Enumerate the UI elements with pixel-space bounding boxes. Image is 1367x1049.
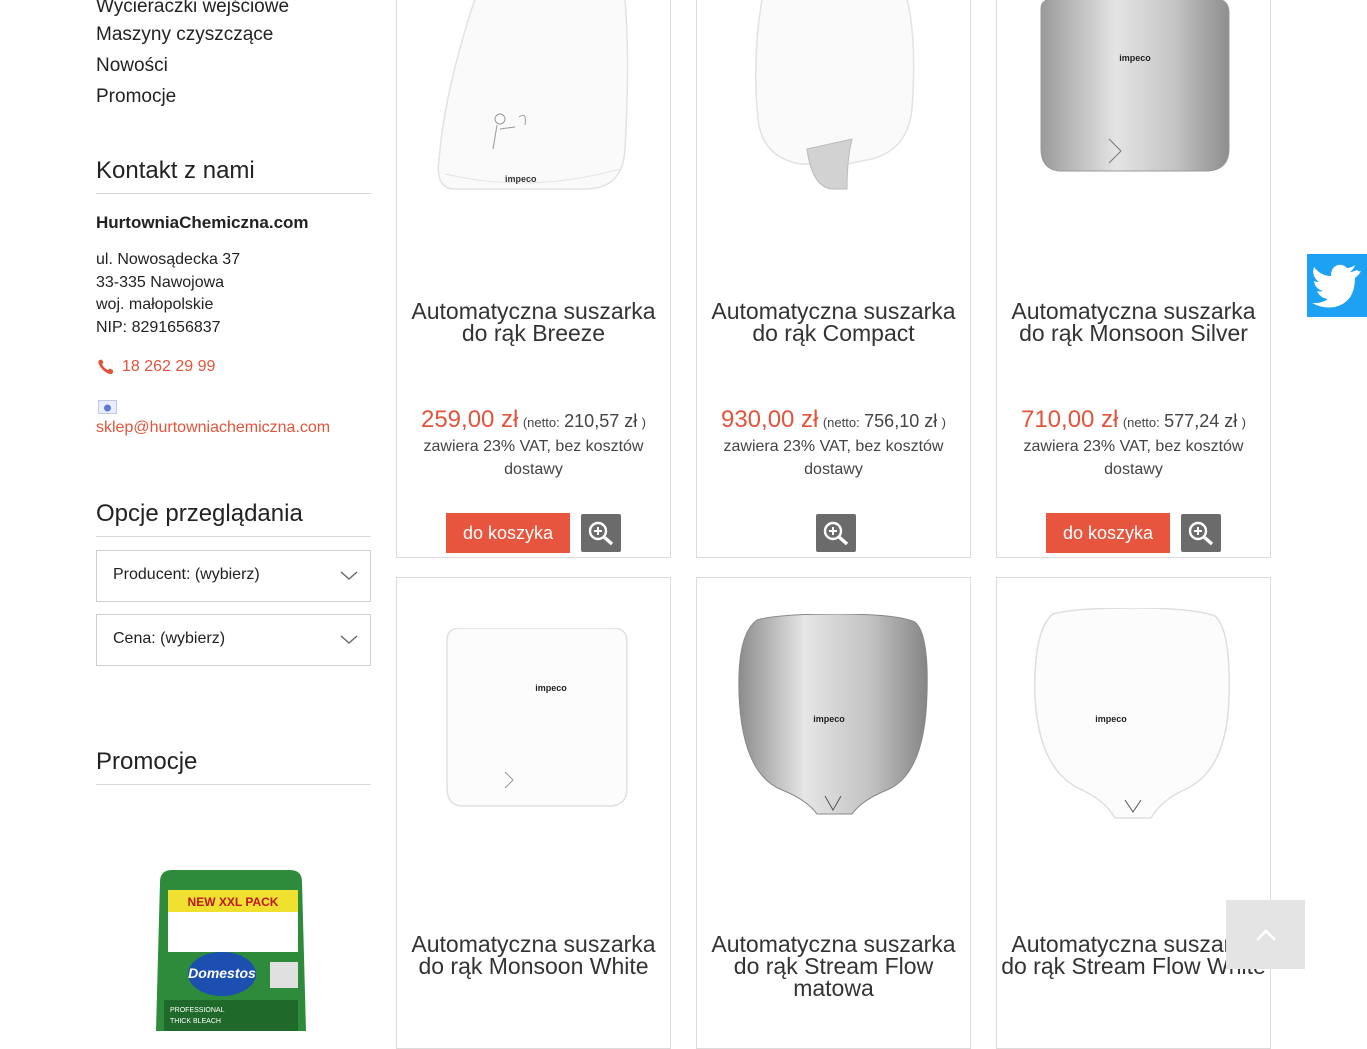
netto-label: (netto: xyxy=(822,415,860,430)
zoom-button[interactable] xyxy=(581,514,621,552)
netto-label: (netto: xyxy=(522,415,560,430)
price-select-label: Cena: (wybierz) xyxy=(113,630,226,647)
price-select[interactable]: Cena: (wybierz) xyxy=(96,614,371,666)
nip-number: NIP: 8291656837 xyxy=(96,319,221,336)
product-image[interactable]: impeco xyxy=(737,613,932,824)
product-image[interactable]: impeco xyxy=(1033,607,1233,823)
product-title[interactable]: Automatyczna suszarka do rąk Stream Flow… xyxy=(697,933,970,1000)
phone-icon xyxy=(96,358,116,376)
producer-select-label: Producent: (wybierz) xyxy=(113,566,260,583)
contact-heading: Kontakt z nami xyxy=(96,157,371,194)
promo-heading: Promocje xyxy=(96,748,371,785)
address-region: woj. małopolskie xyxy=(96,296,214,313)
email-link[interactable]: sklep@hurtowniachemiczna.com xyxy=(96,419,330,437)
netto-price: 210,57 zł xyxy=(564,411,638,431)
browse-heading: Opcje przeglądania xyxy=(96,500,371,537)
promo-label-text2: THICK BLEACH xyxy=(170,1018,221,1025)
add-to-cart-button[interactable]: do koszyka xyxy=(446,513,570,553)
promo-label-text: PROFESSIONAL xyxy=(170,1007,225,1014)
twitter-button[interactable] xyxy=(1307,254,1367,317)
brand-logo: impeco xyxy=(1095,714,1127,724)
magnifier-plus-icon xyxy=(823,521,849,546)
sidebar-link-nowosci[interactable]: Nowości xyxy=(96,55,168,77)
netto-price: 577,24 zł xyxy=(1164,411,1238,431)
company-name: HurtowniaChemiczna.com xyxy=(96,213,309,232)
netto-price: 756,10 zł xyxy=(864,411,938,431)
add-to-cart-button[interactable]: do koszyka xyxy=(1046,513,1170,553)
product-card[interactable]: impeco Automatyczna suszarka do rąk Stre… xyxy=(696,577,971,1049)
email-icon xyxy=(98,400,117,414)
product-price: 930,00 zł xyxy=(720,406,819,433)
twitter-bird-icon xyxy=(1312,264,1361,308)
product-title[interactable]: Automatyczna suszarka do rąk Monsoon Whi… xyxy=(397,933,670,978)
product-card[interactable]: impeco Automatyczna suszarka do rąk Mons… xyxy=(396,577,671,1049)
product-image[interactable] xyxy=(752,0,917,194)
vat-note: zawiera 23% VAT, bez kosztów dostawy xyxy=(423,438,644,478)
zoom-button[interactable] xyxy=(816,514,856,552)
product-price: 710,00 zł xyxy=(1020,406,1119,433)
product-image[interactable]: impeco xyxy=(1039,0,1231,179)
product-title[interactable]: Automatyczna suszarka do rąk Compact xyxy=(697,300,970,345)
product-card[interactable]: impeco Automatyczna suszarka do rąk Bree… xyxy=(396,0,671,558)
product-card[interactable]: impeco Automatyczna suszarka do rąk Mons… xyxy=(996,0,1271,558)
promo-badge-text: NEW XXL PACK xyxy=(188,895,279,909)
promo-product-image[interactable]: NEW XXL PACK Domestos PROFESSIONAL THICK… xyxy=(150,868,312,1031)
sidebar-link-maszyny[interactable]: Maszyny czyszczące xyxy=(96,24,273,46)
address-city: 33-335 Nawojowa xyxy=(96,274,225,291)
netto-close: ) xyxy=(1241,415,1247,430)
netto-close: ) xyxy=(941,415,947,430)
zoom-button[interactable] xyxy=(1181,514,1221,552)
phone-link[interactable]: 18 262 29 99 xyxy=(96,358,215,376)
scroll-to-top-button[interactable] xyxy=(1226,900,1305,969)
brand-logo: impeco xyxy=(1119,53,1151,63)
brand-logo: impeco xyxy=(813,714,845,724)
magnifier-plus-icon xyxy=(1188,521,1214,546)
netto-close: ) xyxy=(641,415,647,430)
product-card[interactable]: Automatyczna suszarka do rąk Compact 930… xyxy=(696,0,971,558)
product-title[interactable]: Automatyczna suszarka do rąk Monsoon Sil… xyxy=(997,300,1270,345)
magnifier-plus-icon xyxy=(588,521,614,546)
producer-select[interactable]: Producent: (wybierz) xyxy=(96,550,371,602)
product-price: 259,00 zł xyxy=(420,406,519,433)
sidebar-link-wycieraczki[interactable]: Wycieraczki wejściowe xyxy=(96,0,289,18)
chevron-down-icon xyxy=(340,566,358,589)
vat-note: zawiera 23% VAT, bez kosztów dostawy xyxy=(1023,438,1244,478)
sidebar-link-promocje[interactable]: Promocje xyxy=(96,86,176,108)
brand-logo: impeco xyxy=(505,174,537,184)
product-title[interactable]: Automatyczna suszarka do rąk Breeze xyxy=(397,300,670,345)
chevron-up-icon xyxy=(1256,929,1276,941)
chevron-down-icon xyxy=(340,630,358,653)
product-card[interactable]: impeco Automatyczna suszarka do rąk Stre… xyxy=(996,577,1271,1049)
product-image[interactable]: impeco xyxy=(443,627,629,808)
product-image[interactable]: impeco xyxy=(435,0,635,194)
brand-logo: impeco xyxy=(535,683,567,693)
netto-label: (netto: xyxy=(1122,415,1160,430)
promo-brand-text: Domestos xyxy=(188,965,256,981)
vat-note: zawiera 23% VAT, bez kosztów dostawy xyxy=(723,438,944,478)
address-street: ul. Nowosądecka 37 xyxy=(96,251,241,268)
phone-number: 18 262 29 99 xyxy=(122,358,216,375)
